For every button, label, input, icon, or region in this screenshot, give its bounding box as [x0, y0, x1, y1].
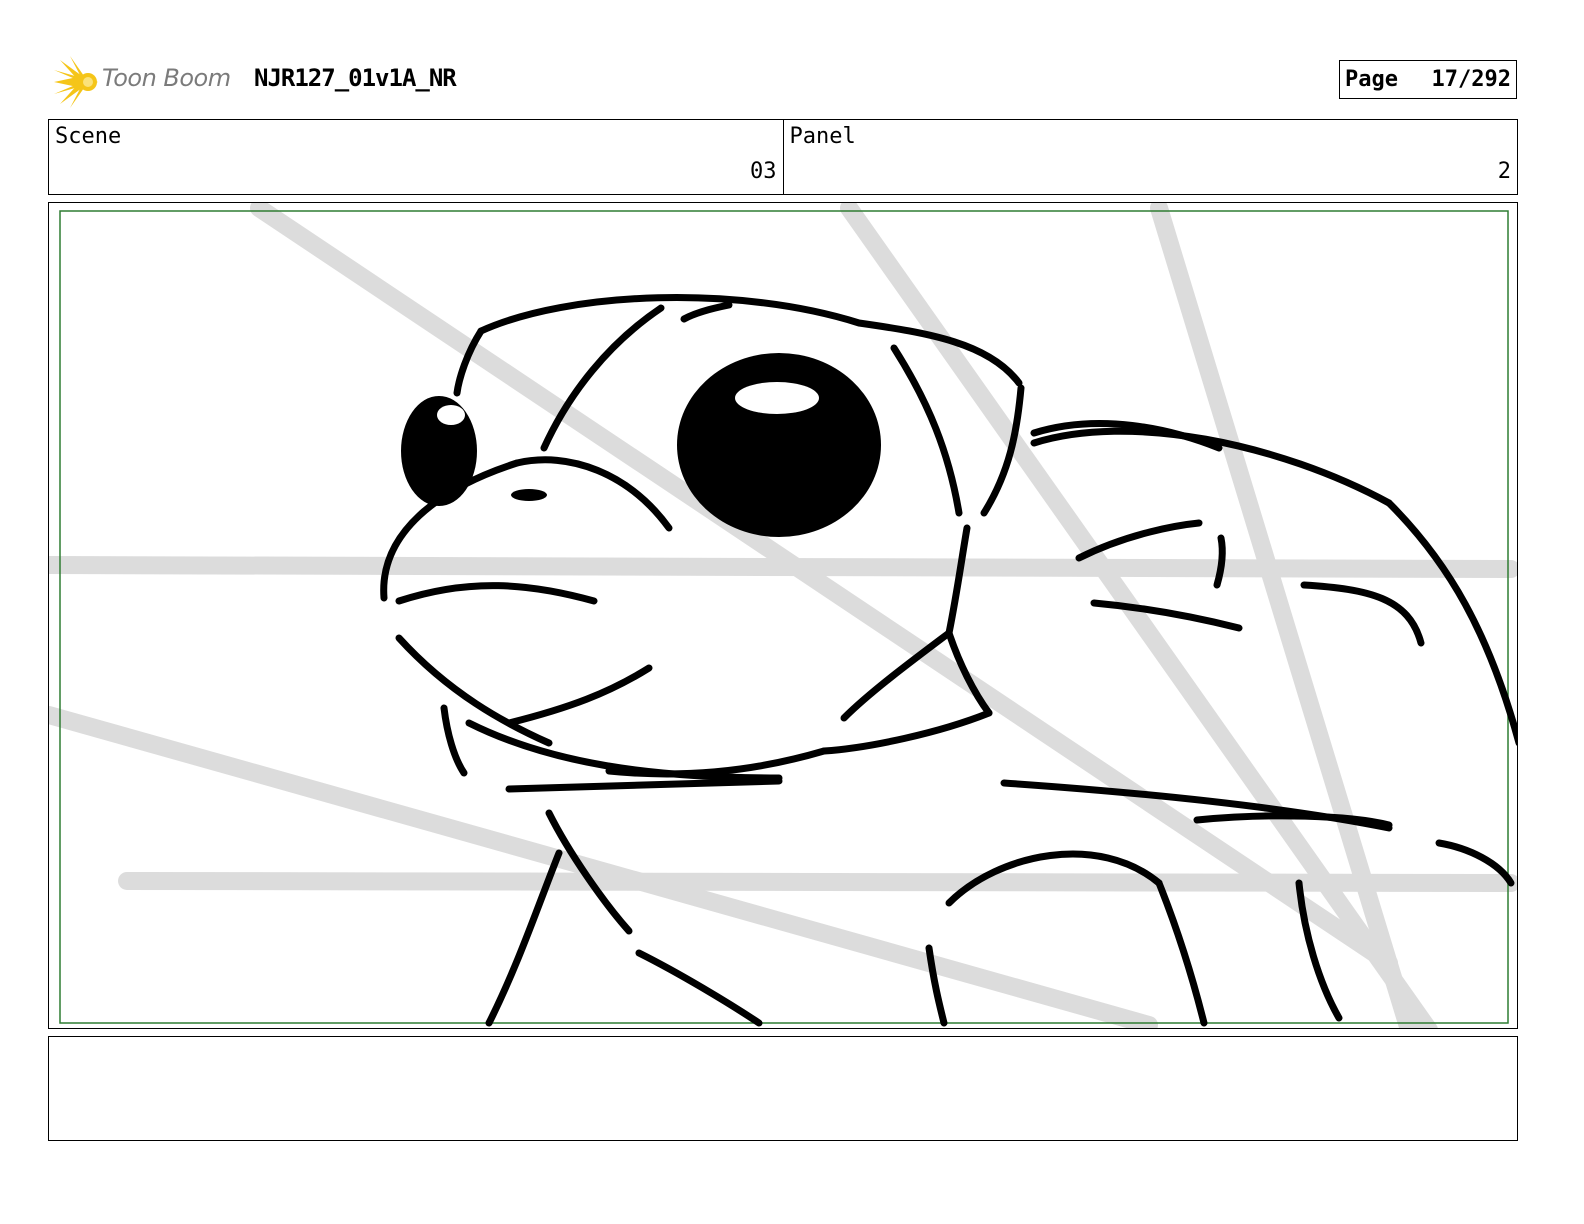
scene-label: Scene	[55, 124, 122, 149]
notes-area	[48, 1036, 1518, 1141]
panel-cell: Panel 2	[782, 120, 1518, 194]
starburst-icon	[54, 56, 98, 108]
panel-value: 2	[1497, 159, 1511, 184]
sketch-turtle-icon	[49, 203, 1517, 1028]
page-label: Page	[1345, 67, 1398, 92]
scene-cell: Scene 03	[49, 120, 783, 194]
scene-panel-info: Scene 03 Panel 2	[48, 119, 1518, 195]
storyboard-panel	[48, 202, 1518, 1029]
panel-label: Panel	[789, 124, 856, 149]
toon-boom-logo: Toon Boom	[52, 56, 242, 108]
document-title: NJR127_01v1A_NR	[254, 64, 457, 92]
scene-value: 03	[750, 159, 777, 184]
logo-text: Toon Boom	[102, 64, 231, 92]
page-indicator: Page 17/292	[1339, 60, 1517, 99]
page-number: 17/292	[1431, 67, 1511, 92]
